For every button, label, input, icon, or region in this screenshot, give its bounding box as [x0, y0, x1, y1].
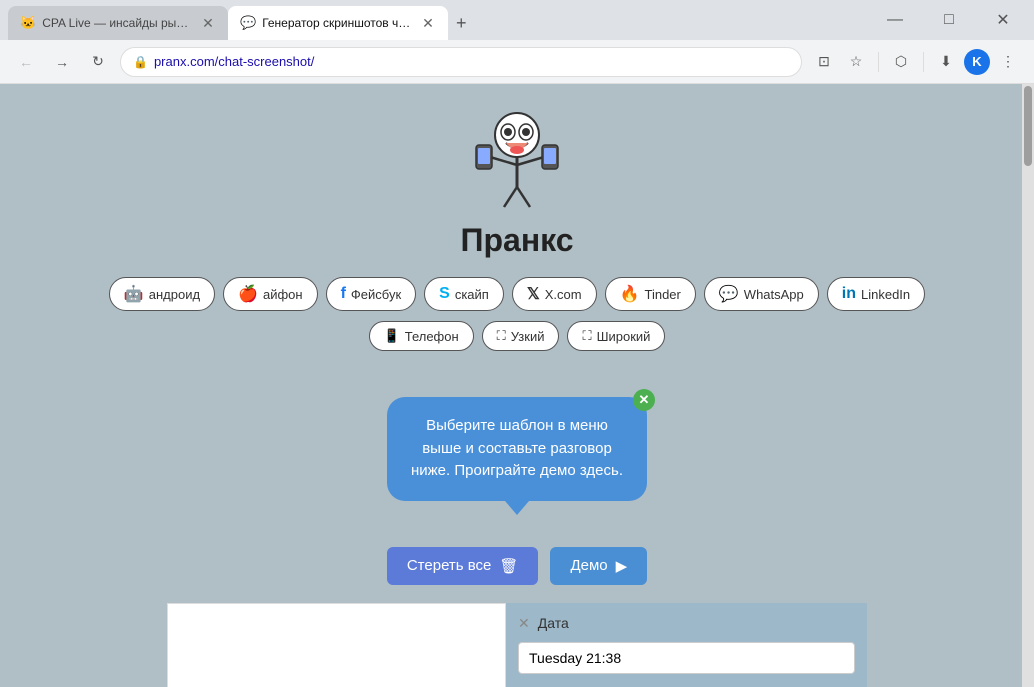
view-btn-wide[interactable]: ⛶ Широкий	[567, 321, 665, 351]
demo-label: Демо	[570, 557, 607, 574]
profile-button[interactable]: K	[964, 49, 990, 75]
android-label: андроид	[149, 287, 200, 302]
phone-view-icon: 📱	[384, 328, 400, 344]
bottom-panel: ✕ Дата Tuesday 21:38 ✕ Изображение	[167, 603, 867, 687]
tab2-close-icon[interactable]: ✕	[420, 15, 436, 31]
menu-icon[interactable]: ⋮	[994, 48, 1022, 76]
trash-icon: 🗑	[499, 557, 518, 575]
xcom-label: X.com	[545, 287, 582, 302]
platform-btn-android[interactable]: 🤖 андроид	[109, 277, 215, 311]
window-controls: — □ ✕	[864, 3, 1026, 37]
back-button[interactable]: ←	[12, 48, 40, 76]
minimize-button[interactable]: —	[872, 3, 918, 37]
platform-buttons: 🤖 андроид 🍎 айфон f Фейсбук S скайп	[89, 277, 945, 311]
separator2	[923, 52, 924, 72]
play-icon: ▶	[616, 557, 628, 575]
tab1-close-icon[interactable]: ✕	[200, 15, 216, 31]
scrollbar-thumb[interactable]	[1024, 86, 1032, 166]
title-bar: 🐱 CPA Live — инсайды рынка ✕ 💬 Генератор…	[0, 0, 1034, 40]
facebook-icon: f	[341, 285, 346, 303]
tinder-label: Tinder	[645, 287, 681, 302]
date-label: Дата	[538, 615, 569, 631]
new-tab-button[interactable]: +	[448, 6, 475, 40]
android-icon: 🤖	[124, 284, 144, 304]
view-btn-narrow[interactable]: ⛶ Узкий	[482, 321, 560, 351]
platform-btn-linkedin[interactable]: in LinkedIn	[827, 277, 925, 311]
tab1-title: CPA Live — инсайды рынка	[42, 16, 194, 30]
tinder-icon: 🔥	[620, 284, 640, 304]
lock-icon: 🔒	[133, 55, 148, 69]
browser-window: 🐱 CPA Live — инсайды рынка ✕ 💬 Генератор…	[0, 0, 1034, 687]
tab1-favicon: 🐱	[20, 15, 36, 31]
separator	[878, 52, 879, 72]
view-btn-phone[interactable]: 📱 Телефон	[369, 321, 474, 351]
url-bar[interactable]: 🔒 pranx.com/chat-screenshot/	[120, 47, 802, 77]
platform-btn-xcom[interactable]: 𝕏 X.com	[512, 277, 597, 311]
date-row: ✕ Дата	[518, 615, 855, 632]
bookmark-icon[interactable]: ☆	[842, 48, 870, 76]
chat-preview-panel	[167, 603, 506, 687]
bubble-container: Выберите шаблон в меню выше и составьте …	[387, 397, 647, 501]
platform-btn-whatsapp[interactable]: 💬 WhatsApp	[704, 277, 819, 311]
whatsapp-label: WhatsApp	[744, 287, 804, 302]
demo-button[interactable]: Демо ▶	[550, 547, 647, 585]
cast-icon[interactable]: ⊡	[810, 48, 838, 76]
view-buttons: 📱 Телефон ⛶ Узкий ⛶ Широкий	[369, 321, 666, 351]
tab-bar: 🐱 CPA Live — инсайды рынка ✕ 💬 Генератор…	[8, 0, 860, 40]
address-bar: ← → ↻ 🔒 pranx.com/chat-screenshot/ ⊡ ☆ ⬡…	[0, 40, 1034, 84]
tab2-favicon: 💬	[240, 15, 256, 31]
wide-view-label: Широкий	[597, 329, 651, 344]
linkedin-label: LinkedIn	[861, 287, 910, 302]
maximize-button[interactable]: □	[926, 3, 972, 37]
clear-all-button[interactable]: Стереть все 🗑	[387, 547, 539, 585]
address-bar-actions: ⊡ ☆ ⬡ ⬇ K ⋮	[810, 48, 1022, 76]
page-content: Пранкс 🤖 андроид 🍎 айфон f Фейсбук	[0, 84, 1034, 687]
platform-btn-facebook[interactable]: f Фейсбук	[326, 277, 417, 311]
facebook-label: Фейсбук	[351, 287, 401, 302]
mascot-image	[457, 104, 577, 214]
tab-2[interactable]: 💬 Генератор скриншотов чата – ✕	[228, 6, 448, 40]
main-area: Выберите шаблон в меню выше и составьте …	[0, 387, 1034, 687]
tab2-title: Генератор скриншотов чата –	[262, 16, 414, 30]
action-buttons: Стереть все 🗑 Демо ▶	[387, 547, 647, 585]
skype-icon: S	[439, 285, 450, 303]
linkedin-icon: in	[842, 285, 856, 303]
skype-label: скайп	[455, 287, 489, 302]
hero-section: Пранкс 🤖 андроид 🍎 айфон f Фейсбук	[0, 84, 1034, 387]
reload-button[interactable]: ↻	[84, 48, 112, 76]
narrow-view-label: Узкий	[511, 329, 545, 344]
whatsapp-icon: 💬	[719, 284, 739, 304]
url-text: pranx.com/chat-screenshot/	[154, 54, 314, 69]
tab-1[interactable]: 🐱 CPA Live — инсайды рынка ✕	[8, 6, 228, 40]
date-input[interactable]: Tuesday 21:38	[518, 642, 855, 674]
bubble-close-icon: ✕	[639, 392, 650, 408]
phone-view-label: Телефон	[405, 329, 459, 344]
share-icon[interactable]: ⬡	[887, 48, 915, 76]
platform-btn-tinder[interactable]: 🔥 Tinder	[605, 277, 696, 311]
platform-btn-skype[interactable]: S скайп	[424, 277, 504, 311]
bubble-close-button[interactable]: ✕	[633, 389, 655, 411]
platform-btn-iphone[interactable]: 🍎 айфон	[223, 277, 318, 311]
iphone-label: айфон	[263, 287, 303, 302]
speech-bubble: Выберите шаблон в меню выше и составьте …	[387, 397, 647, 501]
download-icon[interactable]: ⬇	[932, 48, 960, 76]
forward-button[interactable]: →	[48, 48, 76, 76]
narrow-view-icon: ⛶	[497, 328, 506, 344]
bubble-text: Выберите шаблон в меню выше и составьте …	[411, 417, 623, 479]
settings-panel: ✕ Дата Tuesday 21:38 ✕ Изображение	[506, 603, 867, 687]
iphone-icon: 🍎	[238, 284, 258, 304]
site-title: Пранкс	[460, 222, 573, 259]
clear-all-label: Стереть все	[407, 557, 492, 574]
date-remove-icon[interactable]: ✕	[518, 615, 530, 632]
xcom-icon: 𝕏	[527, 284, 540, 304]
close-button[interactable]: ✕	[980, 3, 1026, 37]
scrollbar[interactable]	[1022, 84, 1034, 687]
wide-view-icon: ⛶	[582, 328, 591, 344]
